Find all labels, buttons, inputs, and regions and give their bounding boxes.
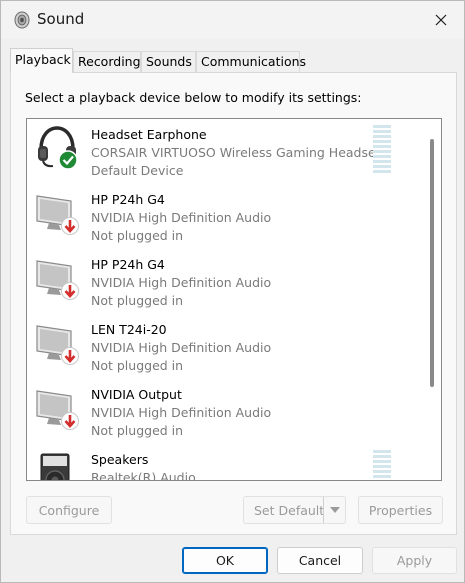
device-driver: CORSAIR VIRTUOSO Wireless Gaming Headset	[91, 145, 381, 160]
scrollbar-thumb[interactable]	[430, 139, 434, 387]
tab-playback[interactable]: Playback	[10, 48, 73, 73]
device-status: Not plugged in	[91, 423, 184, 438]
down-arrow-icon	[61, 217, 79, 235]
device-item[interactable]: HP P24h G4 NVIDIA High Definition Audio …	[27, 184, 425, 248]
device-name: Speakers	[91, 452, 149, 467]
sound-dialog: Sound Playback Recording Sounds Communic…	[0, 0, 465, 583]
window-title: Sound	[37, 10, 85, 28]
device-item[interactable]: NVIDIA Output NVIDIA High Definition Aud…	[27, 379, 425, 443]
device-name: Headset Earphone	[91, 127, 207, 142]
down-arrow-icon	[61, 282, 79, 300]
configure-button[interactable]: Configure	[26, 496, 112, 524]
chevron-down-icon	[329, 507, 340, 513]
set-default-button[interactable]: Set Default	[243, 496, 346, 524]
instructions-text: Select a playback device below to modify…	[25, 90, 362, 105]
playback-panel: Select a playback device below to modify…	[10, 72, 457, 535]
device-status: Default Device	[91, 163, 184, 178]
device-driver: NVIDIA High Definition Audio	[91, 340, 272, 355]
close-icon	[435, 14, 447, 26]
device-item[interactable]: Speakers Realtek(R) Audio	[27, 444, 425, 481]
close-button[interactable]	[418, 1, 464, 39]
properties-button[interactable]: Properties	[358, 496, 443, 524]
device-status: Not plugged in	[91, 293, 184, 308]
cancel-button[interactable]: Cancel	[277, 547, 363, 574]
device-name: LEN T24i-20	[91, 322, 167, 337]
speaker-app-icon	[14, 11, 30, 29]
device-name: HP P24h G4	[91, 257, 165, 272]
down-arrow-icon	[61, 412, 79, 430]
volume-level-meter	[373, 125, 391, 175]
device-driver: NVIDIA High Definition Audio	[91, 210, 272, 225]
check-icon	[58, 150, 78, 170]
device-driver: NVIDIA High Definition Audio	[91, 275, 272, 290]
monitor-icon	[36, 325, 79, 365]
monitor-icon	[36, 390, 79, 430]
device-item[interactable]: LEN T24i-20 NVIDIA High Definition Audio…	[27, 314, 425, 378]
device-item[interactable]: Headset Earphone CORSAIR VIRTUOSO Wirele…	[27, 119, 425, 183]
monitor-icon	[36, 260, 79, 300]
ok-button[interactable]: OK	[182, 547, 268, 574]
headset-icon	[38, 126, 78, 170]
speaker-icon	[40, 453, 70, 480]
down-arrow-icon	[61, 347, 79, 365]
tab-recording[interactable]: Recording	[73, 51, 141, 72]
device-driver: NVIDIA High Definition Audio	[91, 405, 272, 420]
title-bar: Sound	[1, 1, 464, 39]
device-name: NVIDIA Output	[91, 387, 182, 402]
device-status: Not plugged in	[91, 358, 184, 373]
device-list[interactable]: Headset Earphone CORSAIR VIRTUOSO Wirele…	[26, 118, 442, 481]
device-driver: Realtek(R) Audio	[91, 470, 196, 481]
volume-level-meter	[373, 450, 391, 480]
device-item[interactable]: HP P24h G4 NVIDIA High Definition Audio …	[27, 249, 425, 313]
apply-button[interactable]: Apply	[372, 547, 457, 574]
device-name: HP P24h G4	[91, 192, 165, 207]
device-status: Not plugged in	[91, 228, 184, 243]
set-default-dropdown[interactable]	[323, 497, 345, 523]
tab-sounds[interactable]: Sounds	[141, 51, 196, 72]
set-default-label: Set Default	[254, 502, 325, 518]
tab-communications[interactable]: Communications	[196, 51, 306, 72]
monitor-icon	[36, 195, 79, 235]
